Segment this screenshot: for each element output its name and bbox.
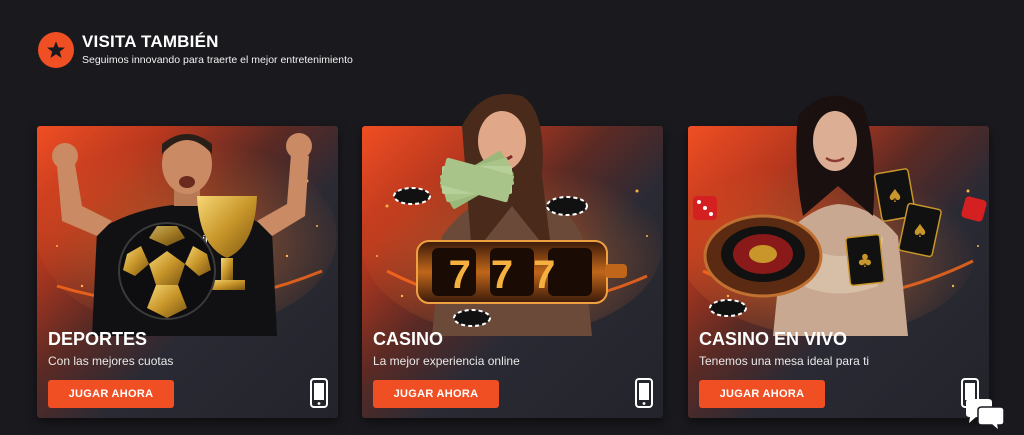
section-title: VISITA TAMBIÉN — [82, 32, 219, 51]
soccer-player-image: JUEGAENLÍNEA — [37, 133, 337, 336]
card-description: Tenemos una mesa ideal para ti — [699, 354, 870, 368]
mobile-phone-icon — [310, 378, 328, 408]
card-title: DEPORTES — [48, 329, 148, 349]
section-subtitle: Seguimos innovando para traerte el mejor… — [82, 54, 353, 66]
chat-bubbles-icon[interactable] — [962, 398, 1006, 432]
svg-text:♠: ♠ — [912, 221, 928, 242]
play-now-button[interactable]: JUGAR AHORA — [699, 380, 825, 408]
card-title: CASINO — [373, 329, 444, 349]
card-description: Con las mejores cuotas — [48, 354, 174, 368]
svg-text:♣: ♣ — [857, 251, 873, 272]
star-icon — [38, 32, 74, 68]
card-title: CASINO EN VIVO — [699, 329, 848, 349]
reel-text: 777 — [449, 253, 576, 297]
mobile-phone-icon — [635, 378, 653, 408]
play-now-button[interactable]: JUGAR AHORA — [48, 380, 174, 408]
card-casino[interactable]: 777 CASINO La mejor experiencia online J… — [362, 94, 663, 418]
play-now-button[interactable]: JUGAR AHORA — [373, 380, 499, 408]
casino-image: 777 — [362, 94, 662, 336]
card-deportes[interactable]: JUEGAENLÍNEA DEPORTES Con las mejores cu… — [37, 126, 338, 418]
svg-text:♠: ♠ — [887, 186, 903, 207]
card-casino-en-vivo[interactable]: ♠ ♠ ♣ CASINO EN VIVO Tenemos una mesa id… — [688, 95, 989, 418]
shirt-text: JUEGAENLÍNEA — [148, 234, 226, 247]
live-casino-image: ♠ ♠ ♣ — [688, 95, 987, 336]
card-description: La mejor experiencia online — [373, 354, 520, 368]
